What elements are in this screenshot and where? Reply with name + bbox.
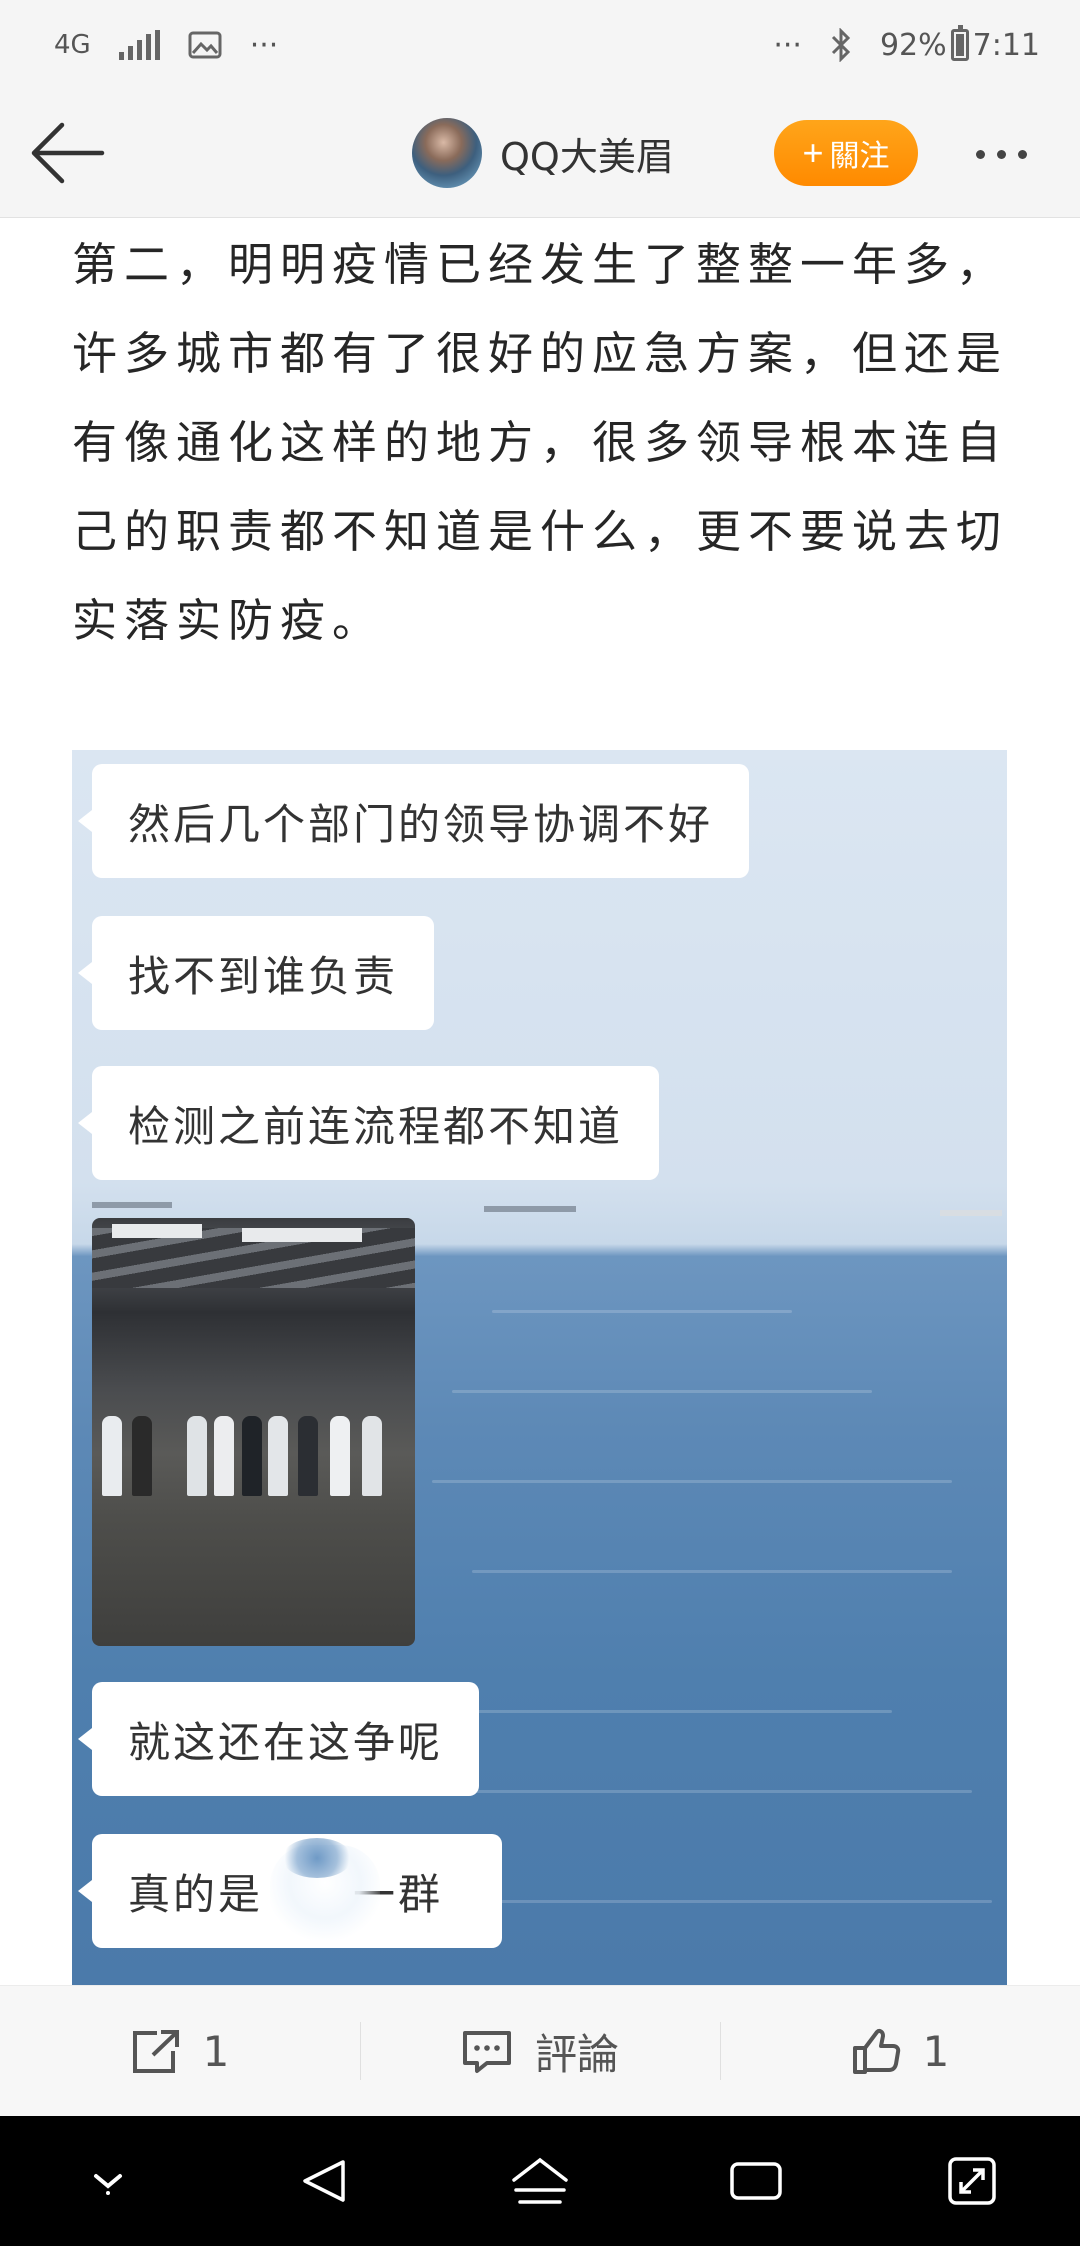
status-overflow-right: ···: [773, 27, 802, 63]
chat-screenshot-image[interactable]: 然后几个部门的领导协调不好 找不到谁负责 检测之前连流程都不知道 就这还在这争呢…: [72, 750, 1007, 1985]
recents-icon[interactable]: [721, 2146, 791, 2216]
chat-bubble: 然后几个部门的领导协调不好: [77, 764, 750, 878]
plus-icon: +: [802, 132, 824, 173]
network-indicator: 4G: [54, 30, 91, 60]
top-nav: QQ大美眉 + 關注: [0, 90, 1080, 218]
bluetooth-icon: [831, 28, 851, 62]
share-button[interactable]: 1: [0, 1986, 360, 2117]
ship: [484, 1206, 576, 1212]
wave: [432, 1480, 952, 1483]
expand-icon[interactable]: [937, 2146, 1007, 2216]
wave: [472, 1570, 952, 1573]
more-dots-icon[interactable]: [976, 134, 1056, 174]
avatar[interactable]: [412, 118, 482, 188]
wave: [492, 1310, 792, 1313]
article-body: 第二，明明疫情已经发生了整整一年多，许多城市都有了很好的应急方案，但还是有像通化…: [72, 238, 1009, 647]
author-name[interactable]: QQ大美眉: [500, 126, 674, 181]
status-overflow: ···: [249, 27, 279, 63]
battery-icon: [950, 25, 969, 61]
battery-percent: 92%: [879, 27, 947, 63]
chat-photo[interactable]: [92, 1218, 415, 1646]
comment-button[interactable]: 評論: [360, 1986, 720, 2117]
ship: [92, 1202, 172, 1208]
hide-keyboard-icon[interactable]: [73, 2146, 143, 2216]
signal-icon: [118, 30, 160, 60]
image-icon: [188, 31, 222, 59]
back-arrow-icon[interactable]: [26, 120, 106, 186]
share-icon: [132, 2029, 179, 2073]
chat-bubble: 检测之前连流程都不知道: [77, 1066, 660, 1180]
wave: [452, 1390, 872, 1393]
comment-label: 評論: [534, 2030, 619, 2079]
like-icon: [852, 2028, 900, 2074]
chat-bubble: 就这还在这争呢: [77, 1682, 480, 1796]
author-info[interactable]: QQ大美眉: [412, 118, 674, 188]
chat-text: 真的是: [128, 1869, 264, 1919]
comment-icon: [462, 2030, 511, 2073]
redaction-blur: [282, 1838, 352, 1878]
ship: [940, 1210, 1002, 1216]
clock: 7:11: [972, 27, 1040, 63]
home-icon[interactable]: [505, 2146, 575, 2216]
share-count: 1: [202, 2027, 230, 2076]
status-bar: 4G ··· ··· 92% 7:11: [0, 0, 1080, 90]
follow-label: 關注: [829, 140, 890, 173]
chat-bubble: 找不到谁负责: [77, 916, 435, 1030]
action-bar: 1 評論 1: [0, 1985, 1080, 2117]
system-nav-bar: [0, 2116, 1080, 2246]
follow-button[interactable]: + 關注: [774, 120, 918, 186]
like-button[interactable]: 1: [720, 1986, 1080, 2117]
back-icon[interactable]: [289, 2146, 359, 2216]
like-count: 1: [922, 2027, 950, 2076]
